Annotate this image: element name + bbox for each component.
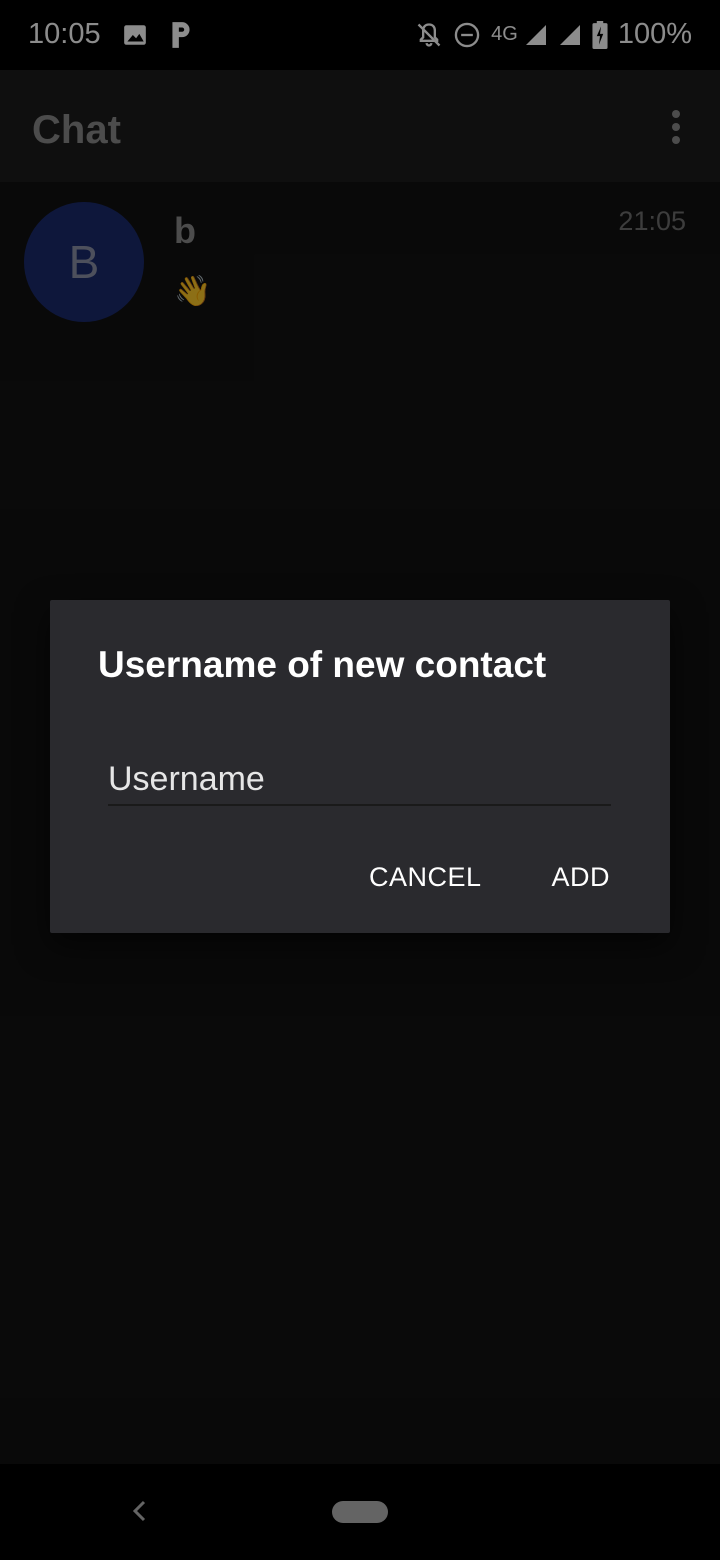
menu-dot: [672, 123, 680, 131]
chat-time: 21:05: [618, 206, 686, 236]
avatar-letter: B: [68, 236, 100, 288]
do-not-disturb-icon: [453, 21, 481, 49]
dialog-title: Username of new contact: [98, 644, 547, 685]
chat-preview: 👋: [174, 275, 212, 308]
signal-icon: [558, 23, 582, 47]
avatar: B: [24, 202, 144, 322]
battery-charging-icon: [592, 20, 608, 49]
back-chevron-icon[interactable]: [126, 1496, 152, 1526]
navigation-bar: [0, 1464, 720, 1560]
status-time: 10:05: [28, 18, 101, 50]
status-right-icons: 4G 100%: [415, 18, 692, 51]
parking-icon: [168, 20, 194, 50]
username-input[interactable]: [108, 754, 611, 806]
home-pill-icon[interactable]: [332, 1501, 388, 1523]
menu-dot: [672, 136, 680, 144]
status-left-icons: [122, 20, 194, 50]
battery-percent: 100%: [617, 18, 692, 50]
add-contact-dialog: Username of new contact CANCEL ADD: [50, 600, 670, 933]
dialog-actions: CANCEL ADD: [369, 862, 610, 893]
menu-dot: [672, 110, 680, 118]
add-button[interactable]: ADD: [551, 862, 610, 893]
chat-list-item[interactable]: B b 👋 21:05: [0, 182, 720, 332]
chat-name: b: [174, 210, 196, 251]
signal-icon: [524, 23, 548, 47]
app-title: Chat: [32, 108, 121, 152]
status-bar: 10:05 4G 100%: [0, 0, 720, 70]
image-icon: [122, 22, 148, 48]
more-vert-icon[interactable]: [664, 110, 688, 144]
app-bar: Chat: [0, 70, 720, 182]
network-type: 4G: [491, 23, 518, 45]
notifications-off-icon: [415, 21, 443, 49]
cancel-button[interactable]: CANCEL: [369, 862, 482, 893]
